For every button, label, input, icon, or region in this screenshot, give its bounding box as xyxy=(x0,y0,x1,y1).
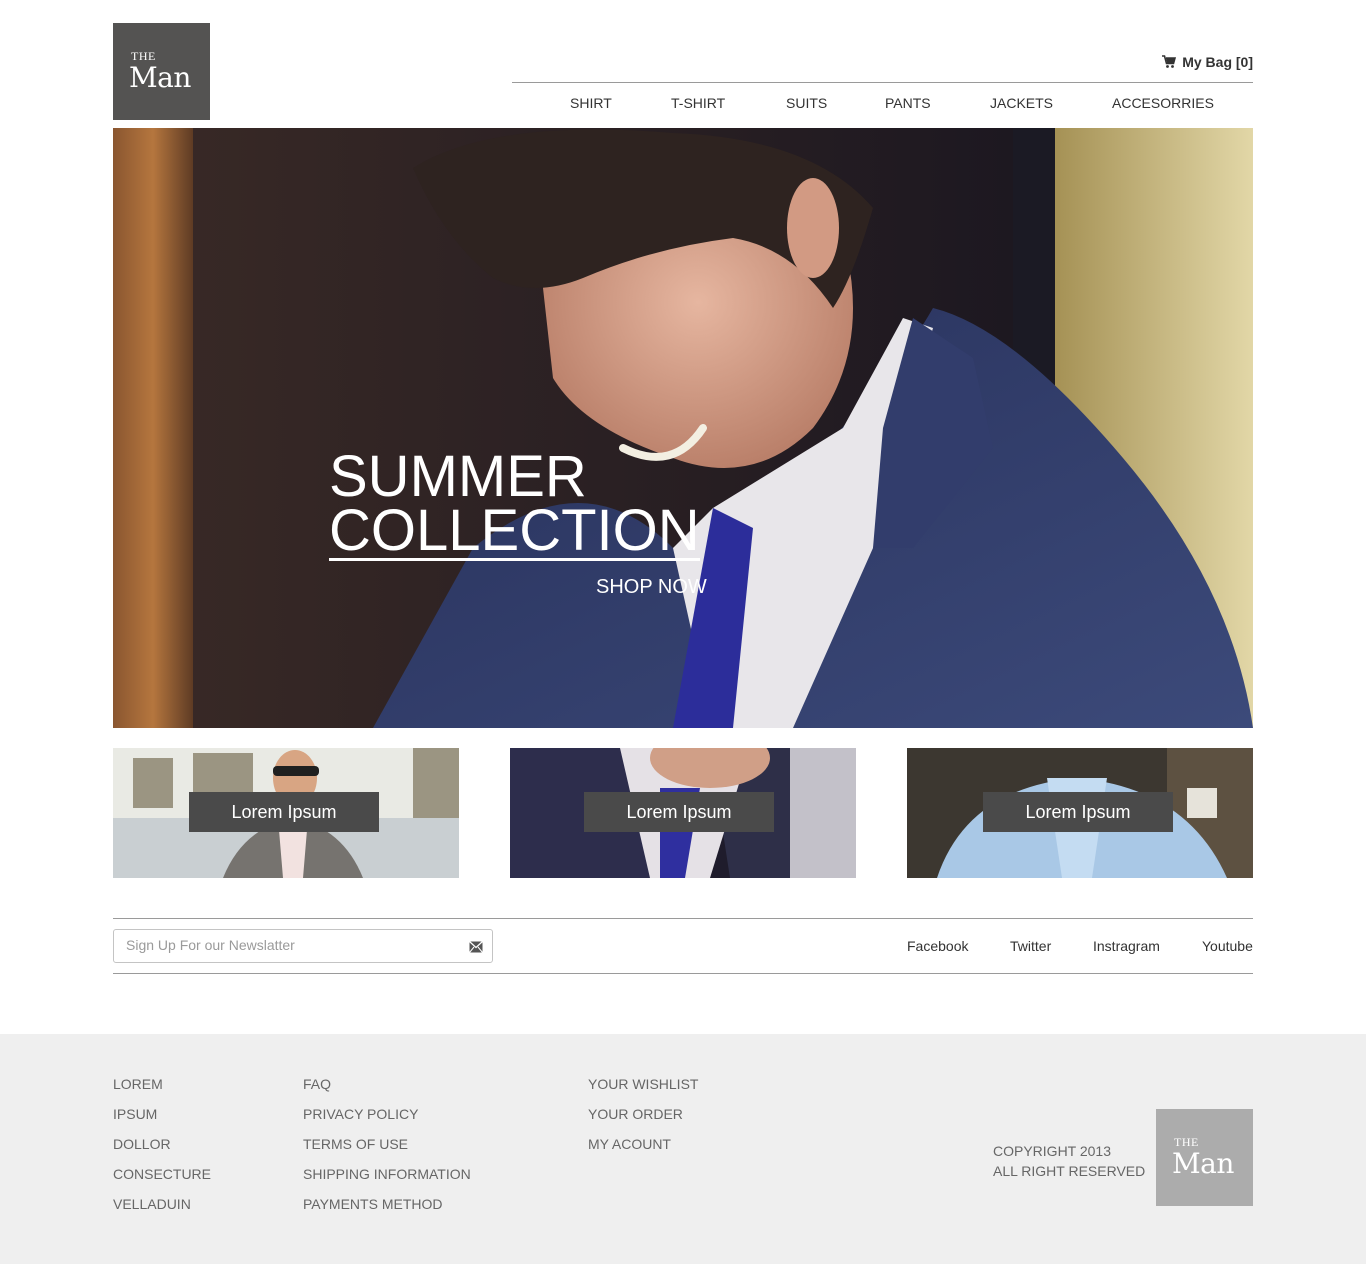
nav-item-t-shirt[interactable]: T-SHIRT xyxy=(671,95,725,111)
category-tile-1[interactable]: Lorem Ipsum xyxy=(113,748,459,878)
main-nav: SHIRT T-SHIRT SUITS PANTS JACKETS ACCESO… xyxy=(512,95,1253,113)
envelope-icon[interactable] xyxy=(469,940,483,958)
copyright-notice: COPYRIGHT 2013 ALL RIGHT RESERVED xyxy=(993,1141,1145,1181)
footer-link-shipping-information[interactable]: SHIPPING INFORMATION xyxy=(303,1166,471,1196)
copyright-line-1: COPYRIGHT 2013 xyxy=(993,1143,1112,1159)
bag-label: My Bag [0] xyxy=(1182,54,1253,70)
hero-title-line2: COLLECTION xyxy=(329,498,700,563)
footer-link[interactable]: IPSUM xyxy=(113,1106,211,1136)
hero-title: SUMMER COLLECTION xyxy=(329,444,700,563)
newsletter-form xyxy=(113,929,493,963)
footer-link-your-order[interactable]: YOUR ORDER xyxy=(588,1106,698,1136)
logo-large-text: Man xyxy=(129,61,191,94)
footer-link-privacy-policy[interactable]: PRIVACY POLICY xyxy=(303,1106,471,1136)
tile-button-2[interactable]: Lorem Ipsum xyxy=(584,792,774,832)
site-logo[interactable]: THE Man xyxy=(113,23,210,120)
nav-item-pants[interactable]: PANTS xyxy=(885,95,931,111)
hero-photo xyxy=(113,128,1253,728)
shop-now-link[interactable]: SHOP NOW xyxy=(596,576,707,599)
footer-column-3: YOUR WISHLIST YOUR ORDER MY ACOUNT xyxy=(588,1076,698,1166)
copyright-line-2: ALL RIGHT RESERVED xyxy=(993,1163,1146,1179)
footer-link[interactable]: LOREM xyxy=(113,1076,211,1106)
footer-column-1: LOREM IPSUM DOLLOR CONSECTURE VELLADUIN xyxy=(113,1076,211,1226)
footer-link[interactable]: CONSECTURE xyxy=(113,1166,211,1196)
nav-item-accessories[interactable]: ACCESORRIES xyxy=(1112,95,1214,111)
category-tile-2[interactable]: Lorem Ipsum xyxy=(510,748,856,878)
footer-link-my-account[interactable]: MY ACOUNT xyxy=(588,1136,698,1166)
my-bag-link[interactable]: My Bag [0] xyxy=(1162,54,1253,70)
social-youtube-link[interactable]: Youtube xyxy=(1202,938,1253,954)
footer-link-payments-method[interactable]: PAYMENTS METHOD xyxy=(303,1196,471,1226)
social-twitter-link[interactable]: Twitter xyxy=(1010,938,1051,954)
category-tile-3[interactable]: Lorem Ipsum xyxy=(907,748,1253,878)
footer-link-faq[interactable]: FAQ xyxy=(303,1076,471,1106)
nav-divider xyxy=(512,82,1253,83)
site-footer: LOREM IPSUM DOLLOR CONSECTURE VELLADUIN … xyxy=(0,1034,1366,1264)
footer-link-wishlist[interactable]: YOUR WISHLIST xyxy=(588,1076,698,1106)
footer-link-terms-of-use[interactable]: TERMS OF USE xyxy=(303,1136,471,1166)
nav-item-suits[interactable]: SUITS xyxy=(786,95,827,111)
hero-title-line1: SUMMER xyxy=(329,444,587,509)
social-facebook-link[interactable]: Facebook xyxy=(907,938,968,954)
footer-column-2: FAQ PRIVACY POLICY TERMS OF USE SHIPPING… xyxy=(303,1076,471,1226)
nav-item-jackets[interactable]: JACKETS xyxy=(990,95,1053,111)
social-instagram-link[interactable]: Instragram xyxy=(1093,938,1160,954)
footer-logo[interactable]: THE Man xyxy=(1156,1109,1253,1206)
cart-icon xyxy=(1162,55,1177,68)
footer-link[interactable]: DOLLOR xyxy=(113,1136,211,1166)
hero-banner[interactable]: SUMMER COLLECTION SHOP NOW xyxy=(113,128,1253,728)
tile-button-3[interactable]: Lorem Ipsum xyxy=(983,792,1173,832)
divider-bottom xyxy=(113,973,1253,974)
tile-button-1[interactable]: Lorem Ipsum xyxy=(189,792,379,832)
footer-link[interactable]: VELLADUIN xyxy=(113,1196,211,1226)
divider-top xyxy=(113,918,1253,919)
nav-item-shirt[interactable]: SHIRT xyxy=(570,95,612,111)
newsletter-input[interactable] xyxy=(126,937,456,953)
logo-large-text: Man xyxy=(1172,1147,1234,1180)
